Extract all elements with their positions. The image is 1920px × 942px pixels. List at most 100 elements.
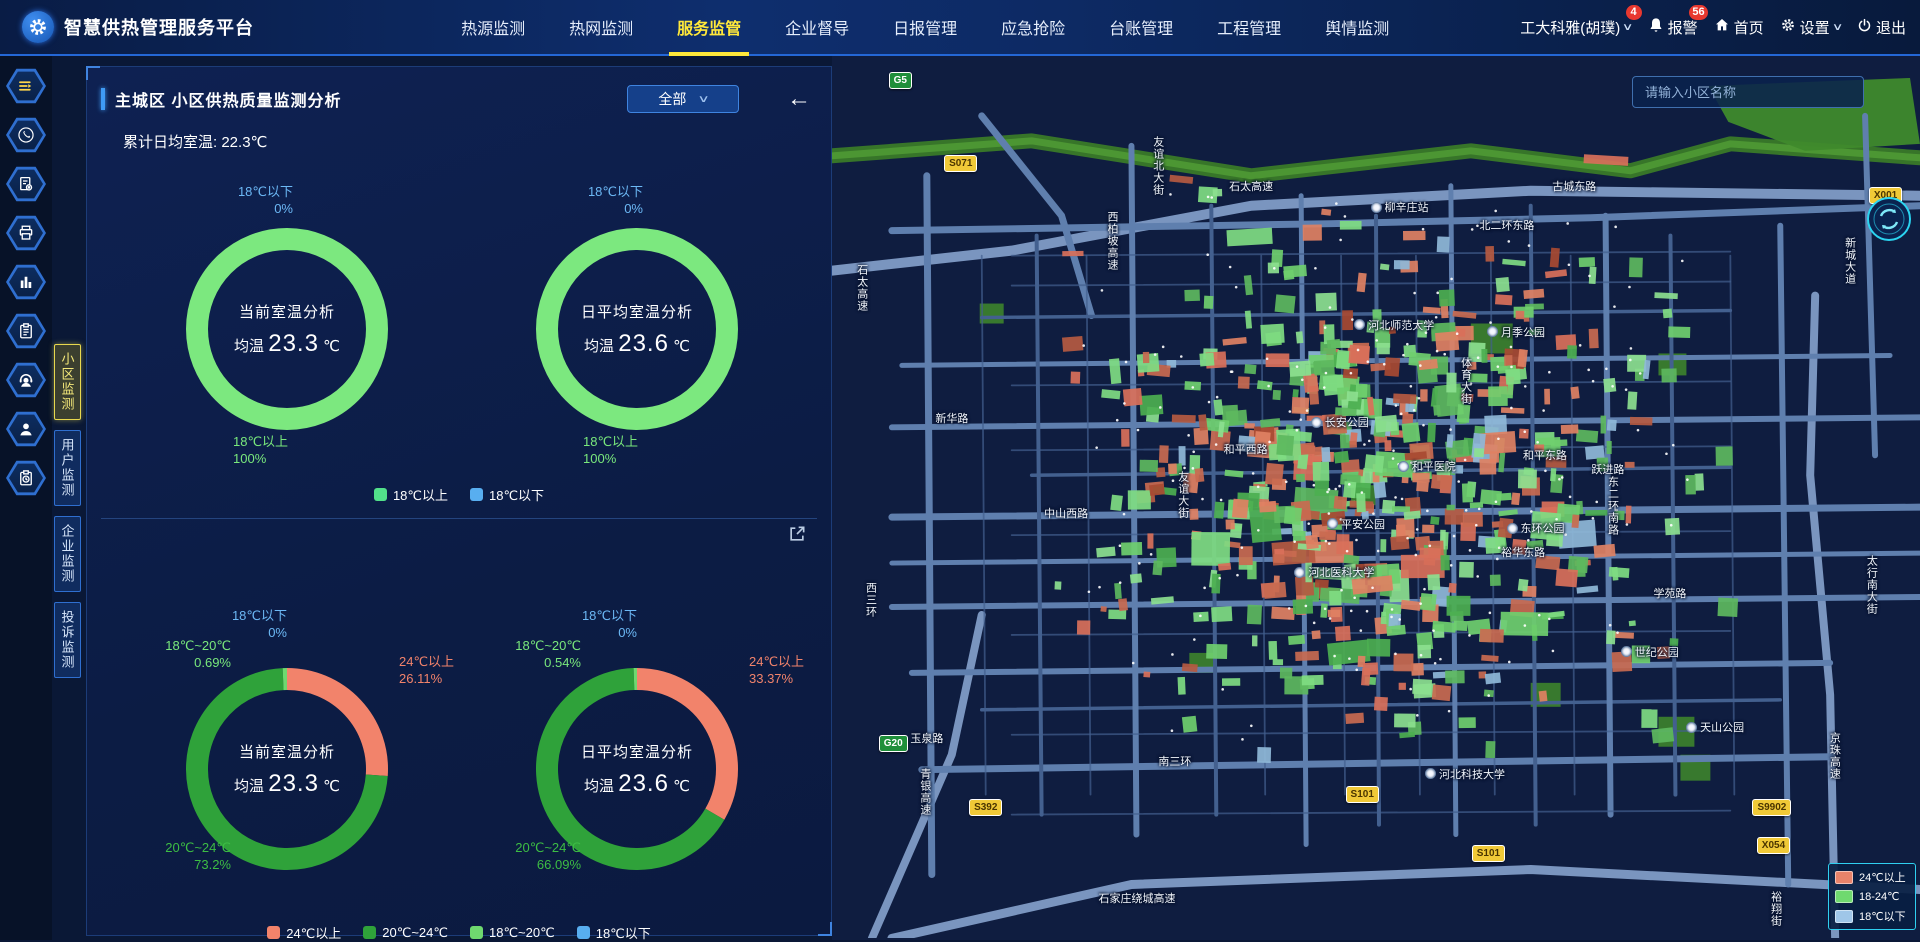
donut-callout-2: 24℃以上33.37% xyxy=(749,653,804,687)
legend2-item-2: 18℃~20℃ xyxy=(470,923,555,942)
task-clock-icon xyxy=(9,463,43,493)
poi-marker-icon xyxy=(1507,523,1518,534)
stat-value: 22.3℃ xyxy=(221,134,267,151)
sidebar-hex-button-3[interactable] xyxy=(6,215,46,251)
map-legend-label: 24℃以上 xyxy=(1859,869,1906,885)
binary-donut-row: 当前室温分析 均温 23.3 ℃18℃以下0%18℃以上100% 日平均室温分析… xyxy=(101,171,817,471)
sidebar-hex-button-0[interactable] xyxy=(6,68,46,104)
nav-item-0[interactable]: 热源监测 xyxy=(459,0,527,54)
sidebar-hex-button-6[interactable] xyxy=(6,362,46,398)
poi-text: 东环公园 xyxy=(1521,520,1565,536)
chevron-down-icon: ∨ xyxy=(1622,22,1634,33)
legend-swatch xyxy=(470,488,483,501)
road-shield-s9902-7: S9902 xyxy=(1752,799,1791,816)
range-legend: 24℃以上20℃~24℃18℃~20℃18℃以下 xyxy=(101,923,817,942)
community-search-input[interactable] xyxy=(1632,76,1864,108)
poi-text: 河北师范大学 xyxy=(1368,317,1434,333)
donut-center-label: 日平均室温分析 均温 23.6 ℃ xyxy=(537,741,737,798)
report-icon xyxy=(9,169,43,199)
home-icon xyxy=(1714,17,1730,37)
donut-center-label: 当前室温分析 均温 23.3 ℃ xyxy=(187,741,387,798)
poi-marker-icon xyxy=(1686,722,1697,733)
poi-text: 长安公园 xyxy=(1325,414,1369,430)
sidebar-hex-button-4[interactable] xyxy=(6,264,46,300)
stat-label: 累计日均室温: xyxy=(123,134,217,151)
area-filter-dropdown[interactable]: 全部 ∨ xyxy=(627,85,739,113)
donut-callout-1: 18℃~20℃0.69% xyxy=(165,637,231,671)
map-road-label-2: 友谊北大街 xyxy=(1150,136,1166,196)
home-button[interactable]: 首页 xyxy=(1714,17,1764,38)
poi-text: 平安公园 xyxy=(1341,516,1385,532)
bell-icon xyxy=(1648,17,1664,37)
export-row xyxy=(101,521,817,551)
nav-item-1[interactable]: 热网监测 xyxy=(567,0,635,54)
road-shield-s101-6: S101 xyxy=(1472,845,1505,862)
nav-item-8[interactable]: 舆情监测 xyxy=(1323,0,1391,54)
map-road-label-10: 新华路 xyxy=(935,410,968,426)
map-legend-item-1: 18-24℃ xyxy=(1835,890,1909,903)
nav-item-3[interactable]: 企业督导 xyxy=(783,0,851,54)
map-road-label-23: 体育大街 xyxy=(1458,357,1474,405)
customer-service-icon xyxy=(9,365,43,395)
donut-center-label: 当前室温分析 均温 23.3 ℃ xyxy=(187,301,387,358)
current-temp-range-donut: 当前室温分析 均温 23.3 ℃18℃以下0%18℃~20℃0.69%24℃以上… xyxy=(115,601,459,913)
side-tab-0[interactable]: 小区监测 xyxy=(54,344,81,420)
sidebar-hex-button-2[interactable] xyxy=(6,166,46,202)
map-poi-label-35: 天山公园 xyxy=(1686,719,1744,735)
poi-text: 河北科技大学 xyxy=(1439,766,1505,782)
chevron-down-icon: ∨ xyxy=(1831,22,1843,33)
user-menu[interactable]: 4 工大科雅(胡璞) ∨ xyxy=(1520,17,1631,38)
alarm-button[interactable]: 56 报警 xyxy=(1648,17,1698,38)
legend1-item-0: 18℃以上 xyxy=(374,485,448,504)
nav-item-7[interactable]: 工程管理 xyxy=(1215,0,1283,54)
daily-avg-temp-donut: 日平均室温分析 均温 23.6 ℃18℃以下0%18℃以上100% xyxy=(465,171,809,471)
settings-menu[interactable]: 设置 ∨ xyxy=(1780,17,1841,38)
city-heat-map[interactable]: 石太高速石太高速友谊北大街西柏坡高速古城东路北二环东路新城大道和平东路跃进路中山… xyxy=(832,56,1920,940)
map-poi-label-34: 河北科技大学 xyxy=(1425,766,1505,782)
sidebar-hex-button-5[interactable] xyxy=(6,313,46,349)
map-road-label-20: 东二环南路 xyxy=(1604,476,1620,536)
nav-item-2[interactable]: 服务监管 xyxy=(675,0,743,54)
nav-item-5[interactable]: 应急抢险 xyxy=(999,0,1067,54)
side-tab-1[interactable]: 用户监测 xyxy=(54,430,81,506)
panel-corner-accent xyxy=(818,922,832,936)
sidebar-hex-button-8[interactable] xyxy=(6,460,46,496)
map-poi-label-26: 月季公园 xyxy=(1487,324,1545,340)
poi-marker-icon xyxy=(1398,461,1409,472)
side-tab-2[interactable]: 企业监测 xyxy=(54,516,81,592)
map-poi-label-32: 河北医科大学 xyxy=(1294,564,1374,580)
road-shield-g5-0: G5 xyxy=(889,72,912,89)
clipboard-icon xyxy=(9,316,43,346)
user-badge: 4 xyxy=(1626,5,1642,20)
map-road-label-22: 友谊大街 xyxy=(1175,471,1191,519)
sidebar-hex-button-1[interactable] xyxy=(6,117,46,153)
poi-text: 和平医院 xyxy=(1412,458,1456,474)
map-road-label-21: 西三环 xyxy=(862,582,878,618)
legend2-item-0: 24℃以上 xyxy=(267,923,341,942)
area-filter-value: 全部 xyxy=(658,89,686,109)
nav-item-6[interactable]: 台账管理 xyxy=(1107,0,1175,54)
nav-item-4[interactable]: 日报管理 xyxy=(891,0,959,54)
settings-label: 设置 xyxy=(1800,17,1830,38)
map-poi-label-33: 世纪公园 xyxy=(1621,644,1679,660)
back-arrow-button[interactable]: ← xyxy=(787,89,811,109)
binary-legend: 18℃以上18℃以下 xyxy=(101,485,817,504)
side-tab-3[interactable]: 投诉监测 xyxy=(54,602,81,678)
donut-callout-0: 18℃以下0% xyxy=(582,607,637,641)
map-road-label-6: 新城大道 xyxy=(1842,237,1858,285)
map-poi-label-28: 长安公园 xyxy=(1311,414,1369,430)
legend2-item-1: 20℃~24℃ xyxy=(363,923,448,942)
title-accent-bar xyxy=(101,88,105,110)
logout-button[interactable]: 退出 xyxy=(1857,17,1906,38)
alarm-badge: 56 xyxy=(1689,5,1707,20)
map-legend-swatch xyxy=(1835,890,1853,903)
map-road-label-3: 西柏坡高速 xyxy=(1104,211,1120,271)
daily-avg-temp-stat: 累计日均室温: 22.3℃ xyxy=(123,131,817,151)
poi-marker-icon xyxy=(1294,567,1305,578)
section-divider xyxy=(101,518,817,519)
panel-title: 主城区 小区供热质量监测分析 xyxy=(115,87,627,111)
map-compass-control[interactable] xyxy=(1866,196,1912,242)
map-road-label-19: 太行南大街 xyxy=(1863,555,1879,615)
sidebar-hex-button-7[interactable] xyxy=(6,411,46,447)
open-external-icon[interactable] xyxy=(787,524,807,549)
